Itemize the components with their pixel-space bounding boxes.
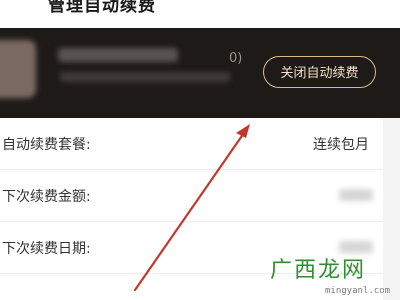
watermark-url: mingyanl.com — [325, 286, 391, 296]
watermark-text: 广西龙网 — [270, 258, 367, 283]
